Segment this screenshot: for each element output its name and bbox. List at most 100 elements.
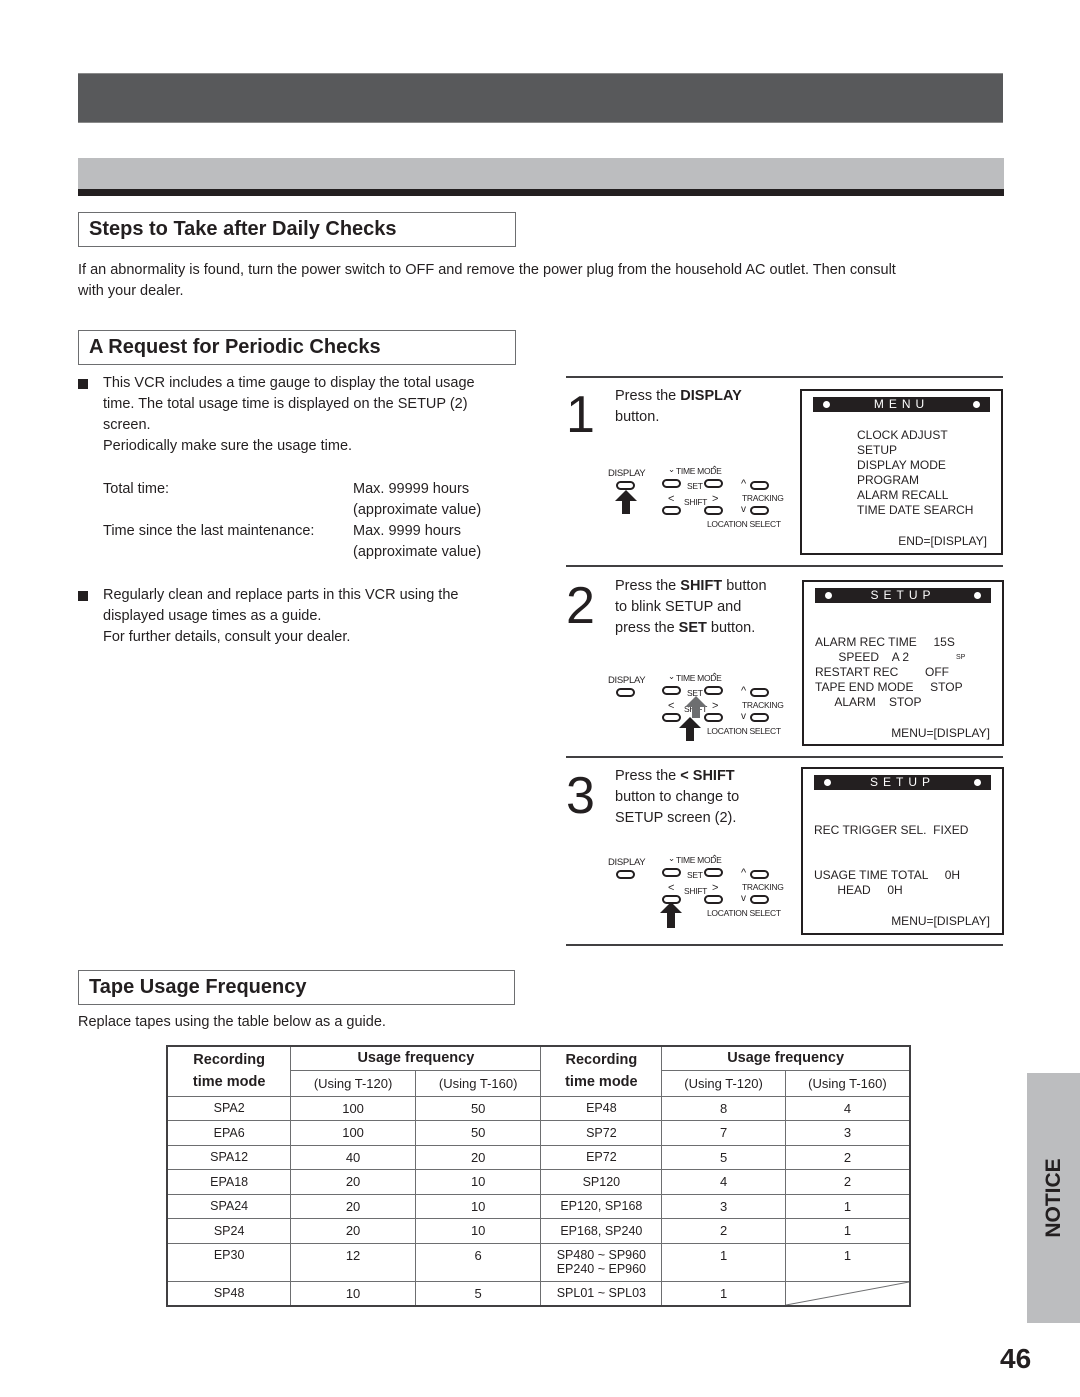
display-button[interactable] xyxy=(616,688,635,697)
paragraph-line: For further details, consult your dealer… xyxy=(103,629,351,645)
cell-text: EP120, SP168 xyxy=(560,1199,643,1214)
t120-cell: 40 xyxy=(290,1144,416,1170)
t160-cell xyxy=(784,1280,911,1306)
osd-footer: END=[DISPLAY] xyxy=(898,534,987,548)
tracking-up-button[interactable] xyxy=(750,688,769,697)
t120-cell: 20 xyxy=(290,1169,416,1195)
table-row: EP30 12 6 SP480 ~ SP960 EP240 ~ EP960 1 1 xyxy=(166,1242,911,1282)
time-mode-minus-button[interactable] xyxy=(662,868,681,877)
text: Press the xyxy=(615,388,681,404)
cell-text: 50 xyxy=(470,1125,486,1141)
mode-cell: EPA6 xyxy=(166,1120,292,1146)
time-mode-minus-button[interactable] xyxy=(662,479,681,488)
mode-cell: SPA2 xyxy=(166,1095,292,1121)
menu-item-alarm-recall: ALARM RECALL xyxy=(857,488,949,502)
time-mode-plus-button[interactable] xyxy=(704,686,723,695)
setup-alarm: ALARM STOP xyxy=(815,695,922,709)
plus-chevron-icon: ⌃ xyxy=(711,464,718,474)
t120-cell: 4 xyxy=(661,1169,786,1195)
spec-value-maintenance: Max. 9999 hours xyxy=(353,523,462,539)
location-select-label: LOCATION SELECT xyxy=(707,726,781,736)
cell-text: SP48 xyxy=(213,1286,245,1300)
instruction-line: Press the < SHIFT xyxy=(615,766,739,787)
daily-checks-paragraph: If an abnormality is found, turn the pow… xyxy=(78,260,1008,302)
arrow-up-icon xyxy=(660,902,682,928)
header-text: time mode xyxy=(192,1074,266,1091)
up-chevron-icon: ^ xyxy=(741,685,746,697)
notice-side-tab[interactable]: NOTICE xyxy=(1027,1073,1080,1323)
shift-left-button[interactable] xyxy=(662,506,681,515)
setup-speed: SPEED A 2 xyxy=(815,650,910,664)
tracking-up-button[interactable] xyxy=(750,870,769,879)
text: button. xyxy=(706,620,756,636)
tracking-down-button[interactable] xyxy=(750,895,769,904)
dot-icon xyxy=(973,401,980,408)
dot-icon xyxy=(824,779,831,786)
cell-text: SP72 xyxy=(586,1125,617,1140)
emphasis: SET xyxy=(678,620,707,636)
osd-title-bar: SETUP xyxy=(814,775,991,790)
display-button[interactable] xyxy=(616,870,635,879)
cell-text: EPA6 xyxy=(213,1125,245,1140)
cell-text: SP480 ~ SP960 xyxy=(556,1247,647,1262)
cell-text: 10 xyxy=(470,1198,486,1214)
tracking-down-button[interactable] xyxy=(750,506,769,515)
set-label: SET xyxy=(687,870,703,880)
instruction-line: Press the DISPLAY xyxy=(615,386,742,407)
osd-title-bar: SETUP xyxy=(815,588,991,603)
paragraph-line: This VCR includes a time gauge to displa… xyxy=(103,375,475,391)
cell-text: 100 xyxy=(342,1125,364,1141)
section-heading-text: Steps to Take after Daily Checks xyxy=(89,218,397,240)
paragraph-line: Periodically make sure the usage time. xyxy=(103,438,353,454)
mode-cell: EP30 xyxy=(166,1242,292,1282)
instruction-line: press the SET button. xyxy=(615,618,767,639)
tracking-down-button[interactable] xyxy=(750,713,769,722)
paragraph-line: screen. xyxy=(103,417,151,433)
bullet-square-icon xyxy=(78,591,88,601)
time-mode-plus-button[interactable] xyxy=(704,479,723,488)
emphasis: SHIFT xyxy=(680,578,723,594)
mode-cell: SP120 xyxy=(540,1169,663,1195)
setup-alarm-rec-time: ALARM REC TIME 15S xyxy=(815,635,955,649)
shift-right-button[interactable] xyxy=(704,895,723,904)
t160-cell: 6 xyxy=(414,1242,542,1282)
t160-cell: 1 xyxy=(784,1242,911,1282)
plus-chevron-icon: ⌃ xyxy=(711,853,718,863)
cell-text: SPL01 ~ SPL03 xyxy=(556,1286,647,1300)
t120-cell: 12 xyxy=(290,1242,416,1282)
t160-cell: 5 xyxy=(414,1280,542,1306)
mode-cell: SPA24 xyxy=(166,1193,292,1219)
table-row: SP24 20 10 EP168, SP240 2 1 xyxy=(166,1218,911,1244)
step-divider xyxy=(566,944,1003,946)
display-button[interactable] xyxy=(616,481,635,490)
time-mode-plus-button[interactable] xyxy=(704,868,723,877)
text: button. xyxy=(615,409,660,425)
time-mode-minus-button[interactable] xyxy=(662,686,681,695)
section-heading-daily-checks: Steps to Take after Daily Checks xyxy=(78,212,516,247)
remote-panel-illustration: DISPLAY TIME MODE ⌄ ⌃ SET ^ TRACKING < S… xyxy=(608,669,784,749)
cell-text: 10 xyxy=(470,1223,486,1239)
cell-text: 1 xyxy=(843,1198,852,1214)
t160-cell: 10 xyxy=(414,1169,542,1195)
shift-right-button[interactable] xyxy=(704,506,723,515)
table-header-row: Recording time mode Usage frequency Recor… xyxy=(166,1045,911,1097)
table-row: SPA2 100 50 EP48 8 4 xyxy=(166,1095,911,1121)
tracking-up-button[interactable] xyxy=(750,481,769,490)
cell-text: 40 xyxy=(345,1149,361,1165)
header-text: time mode xyxy=(565,1074,638,1091)
cell-text: EP168, SP240 xyxy=(560,1223,643,1238)
minus-chevron-icon: ⌄ xyxy=(668,464,675,474)
paragraph-line: Regularly clean and replace parts in thi… xyxy=(103,587,459,603)
section-heading-periodic-checks: A Request for Periodic Checks xyxy=(78,330,516,365)
text: Press the xyxy=(615,578,681,594)
step-number: 3 xyxy=(566,767,595,825)
spec-note-total: (approximate value) xyxy=(353,502,482,518)
tape-usage-frequency-table: Recording time mode Usage frequency Recor… xyxy=(166,1045,911,1307)
t120-cell: 2 xyxy=(661,1218,786,1244)
instruction-line: button to change to xyxy=(615,787,739,808)
cell-text: EP30 xyxy=(213,1247,245,1262)
t120-cell: 20 xyxy=(290,1218,416,1244)
table-row: SP48 10 5 SPL01 ~ SPL03 1 xyxy=(166,1280,911,1306)
cell-text: EP48 xyxy=(586,1101,617,1116)
plus-chevron-icon: ⌃ xyxy=(711,671,718,681)
